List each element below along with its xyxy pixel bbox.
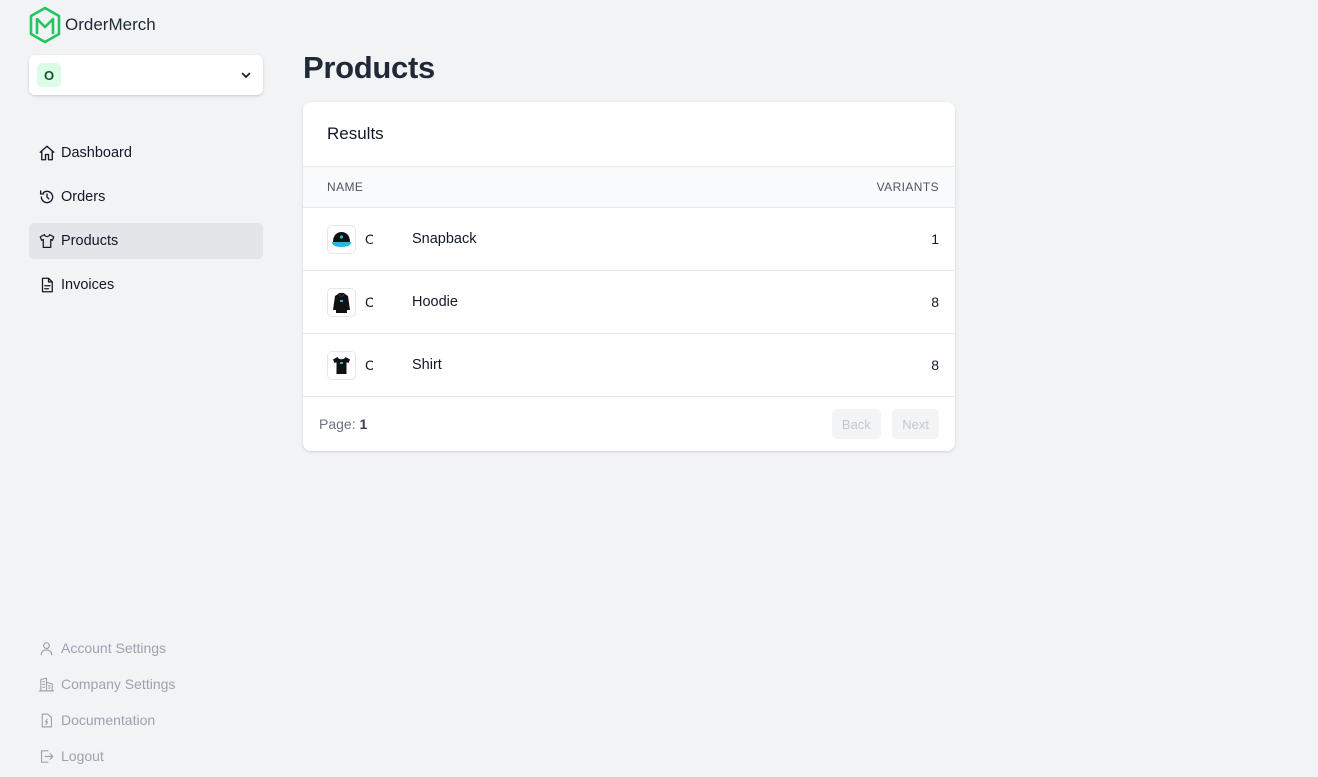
brand-name: OrderMerch xyxy=(65,15,156,34)
table-row[interactable]: C Hoodie 8 xyxy=(303,271,955,334)
column-header-name: NAME xyxy=(327,180,364,194)
nav-item-invoices[interactable]: Invoices xyxy=(29,267,263,303)
nav-item-label: Company Settings xyxy=(61,676,176,692)
page-label: Page: xyxy=(319,416,356,432)
sidebar: OrderMerch O Dashboard Orders Products I… xyxy=(0,0,290,777)
results-card: Results NAME VARIANTS O Snapback 1 C Hoo… xyxy=(303,102,955,451)
product-name: Snapback xyxy=(412,231,477,247)
ordermerch-logo-icon xyxy=(29,6,61,44)
product-thumbnail xyxy=(327,350,356,380)
nav-item-label: Invoices xyxy=(61,277,115,293)
nav-item-label: Account Settings xyxy=(61,640,167,656)
column-header-variants: VARIANTS xyxy=(876,180,939,194)
org-avatar: O xyxy=(37,63,61,87)
pagination: Page: 1 Back Next xyxy=(303,397,955,451)
logout-icon xyxy=(38,748,55,765)
building-icon xyxy=(38,676,55,693)
secondary-nav: Account Settings Company Settings Docume… xyxy=(29,630,263,774)
product-code: C xyxy=(365,357,373,373)
nav-item-label: Orders xyxy=(61,189,106,205)
document-icon xyxy=(38,276,56,294)
history-icon xyxy=(38,188,56,206)
product-thumbnail xyxy=(327,224,356,254)
hoodie-icon xyxy=(333,292,350,313)
nav-item-dashboard[interactable]: Dashboard xyxy=(29,135,263,171)
nav-item-logout[interactable]: Logout xyxy=(29,738,263,774)
nav-item-orders[interactable]: Orders xyxy=(29,179,263,215)
nav-item-label: Documentation xyxy=(61,712,156,728)
page-number: 1 xyxy=(359,416,368,432)
file-icon xyxy=(38,712,55,729)
shirt-icon xyxy=(38,232,56,250)
next-button[interactable]: Next xyxy=(892,409,939,439)
home-icon xyxy=(38,144,56,162)
table-row[interactable]: C Shirt 8 xyxy=(303,334,955,397)
nav-item-label: Products xyxy=(61,233,119,249)
nav-item-documentation[interactable]: Documentation xyxy=(29,702,263,738)
product-variants: 1 xyxy=(931,231,939,247)
product-code: O xyxy=(365,231,373,247)
product-thumbnail xyxy=(327,287,356,317)
nav-item-products[interactable]: Products xyxy=(29,223,263,259)
main-nav: Dashboard Orders Products Invoices xyxy=(29,135,263,311)
user-icon xyxy=(38,640,55,657)
product-variants: 8 xyxy=(931,357,939,373)
brand-logo[interactable]: OrderMerch xyxy=(28,6,156,44)
results-title: Results xyxy=(303,102,955,167)
nav-item-account-settings[interactable]: Account Settings xyxy=(29,630,263,666)
table-row[interactable]: O Snapback 1 xyxy=(303,208,955,271)
app: OrderMerch O Dashboard Orders Products I… xyxy=(0,0,1318,777)
nav-item-label: Logout xyxy=(61,748,104,764)
page-indicator: Page: 1 xyxy=(319,416,367,432)
nav-item-company-settings[interactable]: Company Settings xyxy=(29,666,263,702)
product-name: Hoodie xyxy=(412,294,458,310)
table-header: NAME VARIANTS xyxy=(303,167,955,208)
back-button[interactable]: Back xyxy=(831,409,881,439)
nav-item-label: Dashboard xyxy=(61,145,132,161)
tshirt-icon xyxy=(333,356,350,374)
cap-icon xyxy=(332,231,351,247)
chevron-down-icon xyxy=(241,72,251,78)
product-name: Shirt xyxy=(412,357,442,373)
product-variants: 8 xyxy=(931,294,939,310)
org-selector[interactable]: O xyxy=(29,55,263,95)
product-code: C xyxy=(365,294,373,310)
page-title: Products xyxy=(303,50,435,85)
pagination-buttons: Back Next xyxy=(825,409,939,439)
